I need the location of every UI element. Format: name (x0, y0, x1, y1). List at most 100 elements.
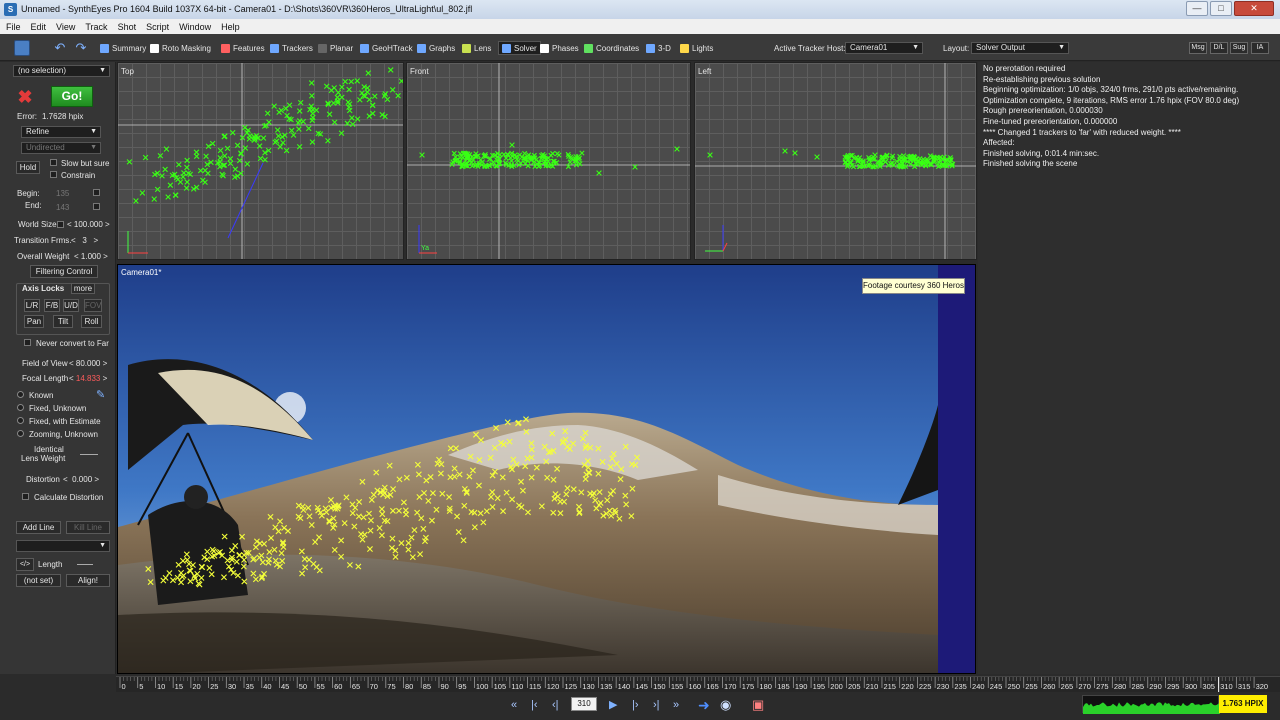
tracker-marker[interactable] (180, 174, 186, 180)
lens-known-radio[interactable] (17, 391, 24, 398)
tracker-marker[interactable] (339, 84, 345, 90)
tracker-marker[interactable] (184, 179, 190, 185)
tracker-marker[interactable] (346, 107, 353, 114)
tracker-marker[interactable] (200, 177, 206, 184)
tracker-marker[interactable] (309, 139, 316, 145)
tracker-marker[interactable] (205, 143, 212, 150)
field-of-view-spinner[interactable]: < 80.000 > (69, 359, 107, 368)
tracker-marker[interactable] (384, 96, 391, 103)
selection-select[interactable]: (no selection) ▼ (13, 65, 110, 77)
tracker-marker[interactable] (232, 166, 239, 172)
tracker-marker[interactable] (395, 92, 401, 99)
tracker-marker[interactable] (242, 145, 249, 151)
tracker-marker[interactable] (193, 153, 200, 160)
tracker-marker[interactable] (183, 185, 190, 191)
never-convert-far-checkbox[interactable] (24, 339, 31, 346)
tracker-marker[interactable] (185, 170, 192, 177)
tracker-marker[interactable] (209, 140, 216, 147)
play-icon[interactable]: ▶ (609, 698, 617, 712)
overall-weight-spinner[interactable]: < 1.000 > (74, 252, 108, 261)
go-to-end-icon[interactable]: » (673, 698, 679, 712)
tracker-marker[interactable] (305, 125, 312, 132)
tracker-marker[interactable] (814, 154, 820, 160)
next-frame-icon[interactable]: |› (632, 698, 639, 712)
tracker-marker[interactable] (256, 143, 263, 149)
tracker-marker[interactable] (579, 150, 585, 156)
tracker-marker[interactable] (262, 156, 268, 163)
tracker-marker[interactable] (177, 179, 184, 185)
tracker-marker[interactable] (792, 150, 798, 156)
tracker-marker[interactable] (389, 87, 396, 93)
tracker-marker[interactable] (244, 161, 251, 167)
go-button[interactable]: Go! (51, 86, 93, 107)
tab-trackers[interactable]: Trackers (270, 41, 313, 55)
tracker-marker[interactable] (342, 78, 349, 85)
tracker-marker[interactable] (366, 96, 373, 103)
tracker-marker[interactable] (451, 150, 457, 156)
tracker-marker[interactable] (927, 153, 933, 159)
maximize-icon[interactable]: □ (1210, 1, 1232, 16)
tracker-marker[interactable] (227, 160, 234, 167)
tracker-marker[interactable] (159, 173, 165, 179)
world-size-lock-checkbox[interactable] (57, 221, 64, 228)
lock-pan-button[interactable]: Pan (24, 315, 44, 328)
tracker-marker[interactable] (197, 167, 204, 174)
tracker-marker[interactable] (674, 146, 680, 152)
tracker-marker[interactable] (308, 80, 315, 86)
tracker-marker[interactable] (596, 170, 602, 176)
tracker-marker[interactable] (288, 127, 295, 134)
fit-view-icon[interactable]: ▣ (752, 698, 764, 712)
end-checkbox[interactable] (93, 203, 100, 210)
tracker-marker[interactable] (365, 70, 372, 76)
tab-coordinates[interactable]: Coordinates (584, 41, 639, 55)
tracker-marker[interactable] (359, 90, 365, 96)
tracker-marker[interactable] (349, 121, 356, 128)
save-icon[interactable] (14, 40, 30, 56)
code-icon[interactable]: </> (16, 558, 34, 571)
tracker-marker[interactable] (246, 133, 253, 139)
tracker-marker[interactable] (227, 156, 234, 162)
tracker-marker[interactable] (550, 150, 556, 157)
current-frame-field[interactable]: 310 (571, 697, 597, 711)
tracker-marker[interactable] (173, 192, 179, 199)
tracker-marker[interactable] (278, 107, 285, 114)
tracker-marker[interactable] (167, 182, 174, 188)
lock-fov-button[interactable]: FOV (84, 299, 102, 312)
tracker-marker[interactable] (274, 127, 281, 133)
focal-length-spinner[interactable]: < 14.833 > (69, 374, 107, 383)
tracker-marker[interactable] (280, 139, 286, 146)
dl-button[interactable]: D/L (1210, 42, 1228, 54)
tracker-marker[interactable] (242, 124, 248, 131)
distortion-spinner[interactable]: < 0.000 > (63, 475, 99, 484)
slow-but-sure-checkbox[interactable] (50, 159, 57, 166)
more-button[interactable]: more (71, 283, 95, 294)
tracker-marker[interactable] (357, 97, 363, 103)
tracker-marker[interactable] (296, 118, 303, 124)
tracker-marker[interactable] (264, 110, 271, 117)
layout-select[interactable]: Solver Output ▼ (971, 42, 1069, 54)
menu-help[interactable]: Help (221, 22, 240, 32)
tracker-marker[interactable] (328, 87, 335, 94)
tracker-marker[interactable] (338, 130, 345, 136)
length-field[interactable] (77, 564, 93, 565)
tracker-marker[interactable] (151, 196, 158, 202)
previous-frame-icon[interactable]: ‹| (552, 698, 559, 712)
tracker-marker[interactable] (257, 155, 264, 162)
tab-phases[interactable]: Phases (540, 41, 579, 55)
tracker-marker[interactable] (345, 99, 351, 105)
lens-zooming-radio[interactable] (17, 430, 24, 437)
close-icon[interactable]: ✕ (1234, 1, 1274, 16)
minimize-icon[interactable]: — (1186, 1, 1208, 16)
hold-button[interactable]: Hold (16, 161, 40, 174)
tracker-marker[interactable] (277, 144, 284, 150)
tracker-marker[interactable] (290, 132, 297, 138)
tracker-marker[interactable] (296, 108, 303, 114)
lock-fb-button[interactable]: F/B (44, 299, 60, 312)
lock-roll-button[interactable]: Roll (81, 315, 102, 328)
loop-icon[interactable]: ◉ (720, 698, 731, 712)
tracker-marker[interactable] (163, 146, 170, 152)
tracker-marker[interactable] (346, 86, 352, 93)
tracker-marker[interactable] (282, 132, 288, 139)
front-viewport[interactable]: Front Ya (406, 62, 691, 260)
tracker-marker[interactable] (139, 190, 146, 196)
